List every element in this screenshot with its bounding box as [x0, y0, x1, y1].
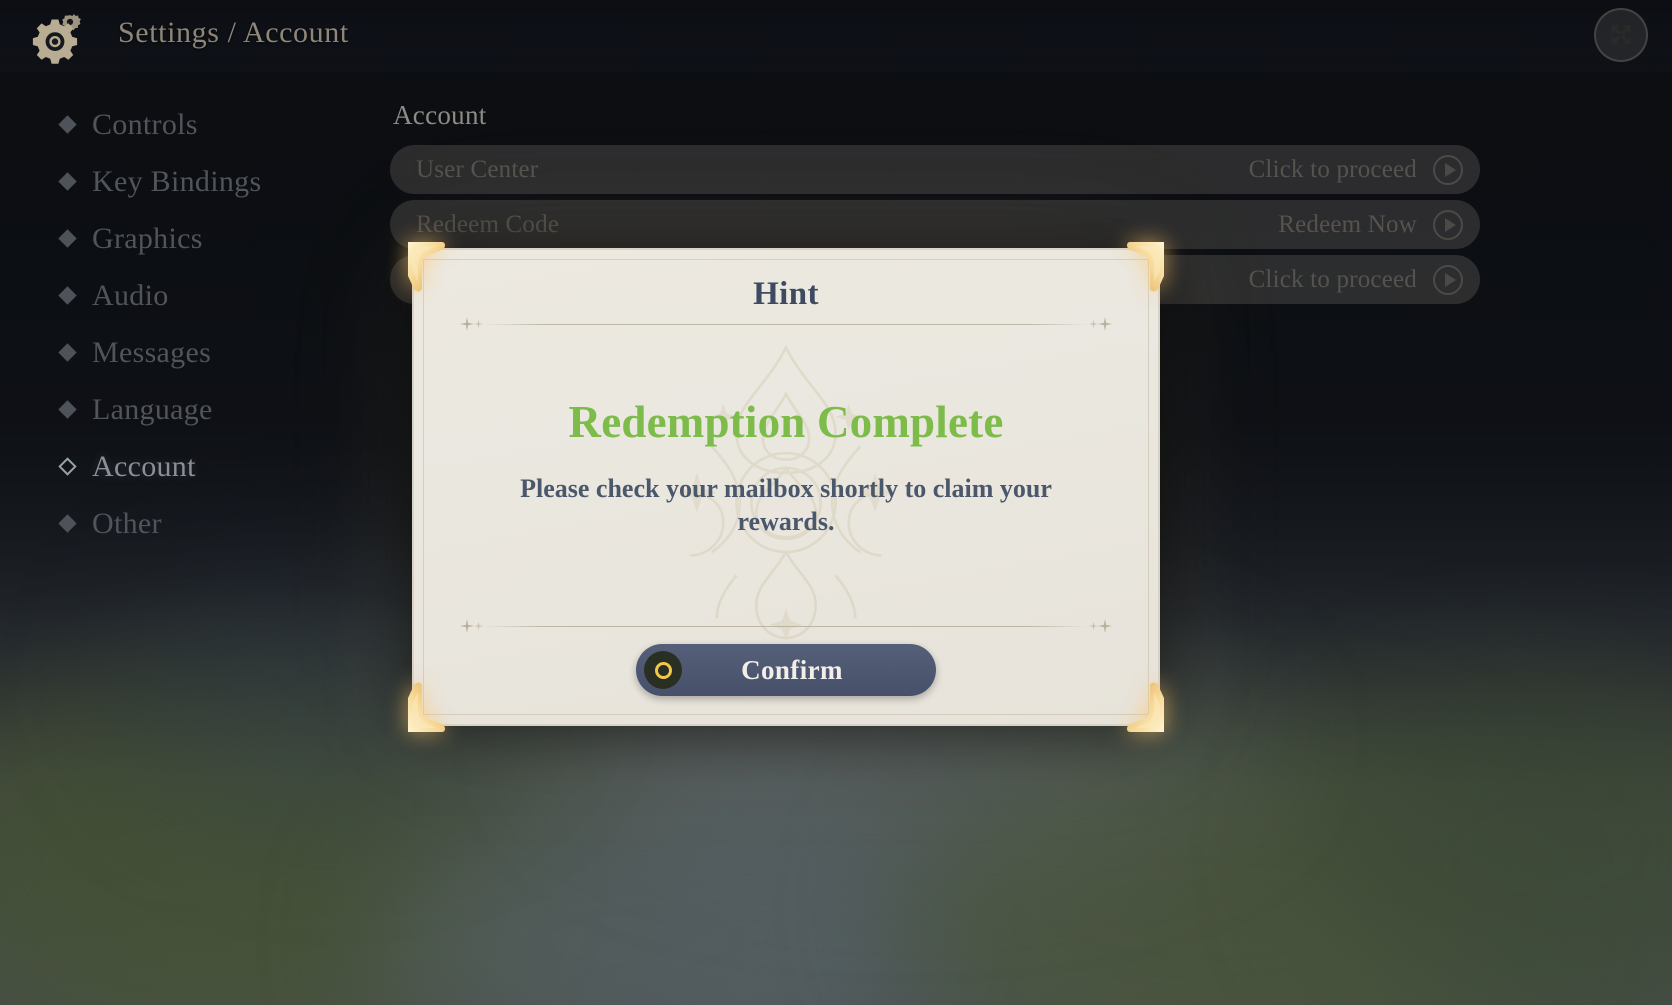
confirm-button-label: Confirm	[741, 654, 843, 685]
divider-star-icon	[474, 621, 483, 631]
sidebar-item-label: Messages	[92, 335, 212, 369]
diamond-bullet-icon	[58, 229, 77, 248]
top-bar: Settings / Account	[0, 0, 1672, 72]
chevron-right-icon[interactable]	[1433, 209, 1463, 240]
page-title: Account	[393, 100, 487, 130]
gear-icon	[32, 8, 90, 66]
sidebar-item-label: Key Bindings	[92, 164, 262, 198]
chevron-right-glyph	[1444, 272, 1456, 287]
chevron-right-icon[interactable]	[1433, 154, 1463, 185]
divider-line	[483, 323, 1089, 325]
divider-star-icon	[460, 317, 474, 331]
bg-blob	[1320, 680, 1672, 1005]
sidebar-item-label: Language	[92, 392, 213, 426]
sidebar-item-label: Controls	[92, 107, 198, 141]
account-row-label: Redeem Code	[416, 210, 560, 238]
account-row[interactable]: User Center Click to proceed	[390, 145, 1480, 194]
sidebar-item-label: Other	[92, 506, 162, 540]
account-row-label: User Center	[416, 155, 539, 183]
account-row[interactable]: Redeem Code Redeem Now	[390, 200, 1480, 249]
diamond-bullet-icon	[58, 115, 77, 134]
divider-star-icon	[1089, 621, 1098, 631]
divider-bottom	[460, 619, 1112, 633]
diamond-bullet-icon	[58, 400, 77, 419]
settings-sidebar: Controls Key Bindings Graphics Audio Message…	[0, 96, 380, 552]
sidebar-item-key-bindings[interactable]: Key Bindings	[0, 153, 380, 210]
chevron-right-icon[interactable]	[1433, 264, 1463, 295]
sidebar-item-graphics[interactable]: Graphics	[0, 210, 380, 267]
confirm-button[interactable]: Confirm	[636, 644, 936, 696]
close-arrows-glyph	[1611, 25, 1631, 45]
diamond-bullet-icon	[58, 172, 77, 191]
divider-star-icon	[1098, 619, 1112, 633]
dialog-title: Hint	[753, 276, 819, 312]
divider-star-icon	[460, 619, 474, 633]
chevron-right-glyph	[1444, 217, 1456, 232]
hint-dialog: Hint Redemption Complete Please check yo…	[408, 242, 1164, 732]
app-root: Settings / Account Controls Key Bindings G…	[0, 0, 1672, 1005]
sidebar-item-messages[interactable]: Messages	[0, 324, 380, 381]
sidebar-item-label: Graphics	[92, 221, 203, 255]
divider-star-icon	[474, 319, 483, 329]
divider-star-icon	[1089, 319, 1098, 329]
chevron-right-glyph	[1444, 162, 1456, 177]
sidebar-item-other[interactable]: Other	[0, 495, 380, 552]
diamond-bullet-icon	[58, 286, 77, 305]
diamond-bullet-icon	[58, 343, 77, 362]
close-icon[interactable]	[1594, 8, 1648, 62]
sidebar-item-controls[interactable]: Controls	[0, 96, 380, 153]
ring-icon-inner	[654, 661, 672, 679]
sidebar-item-audio[interactable]: Audio	[0, 267, 380, 324]
sidebar-item-label: Account	[92, 449, 196, 483]
sidebar-item-account[interactable]: Account	[0, 438, 380, 495]
divider-top	[460, 317, 1112, 331]
account-row-action-label: Click to proceed	[1248, 155, 1417, 183]
sidebar-item-language[interactable]: Language	[0, 381, 380, 438]
divider-star-icon	[1098, 317, 1112, 331]
account-row-action-label: Click to proceed	[1248, 265, 1417, 293]
divider-line	[483, 625, 1089, 627]
dialog-body-text: Please check your mailbox shortly to cla…	[520, 474, 1052, 537]
diamond-bullet-icon	[58, 457, 77, 476]
sidebar-item-label: Audio	[92, 278, 169, 312]
breadcrumb: Settings / Account	[118, 16, 349, 49]
account-row-action-label: Redeem Now	[1278, 210, 1417, 238]
diamond-bullet-icon	[58, 514, 77, 533]
dialog-headline: Redemption Complete	[568, 397, 1004, 447]
ring-icon	[644, 651, 682, 689]
